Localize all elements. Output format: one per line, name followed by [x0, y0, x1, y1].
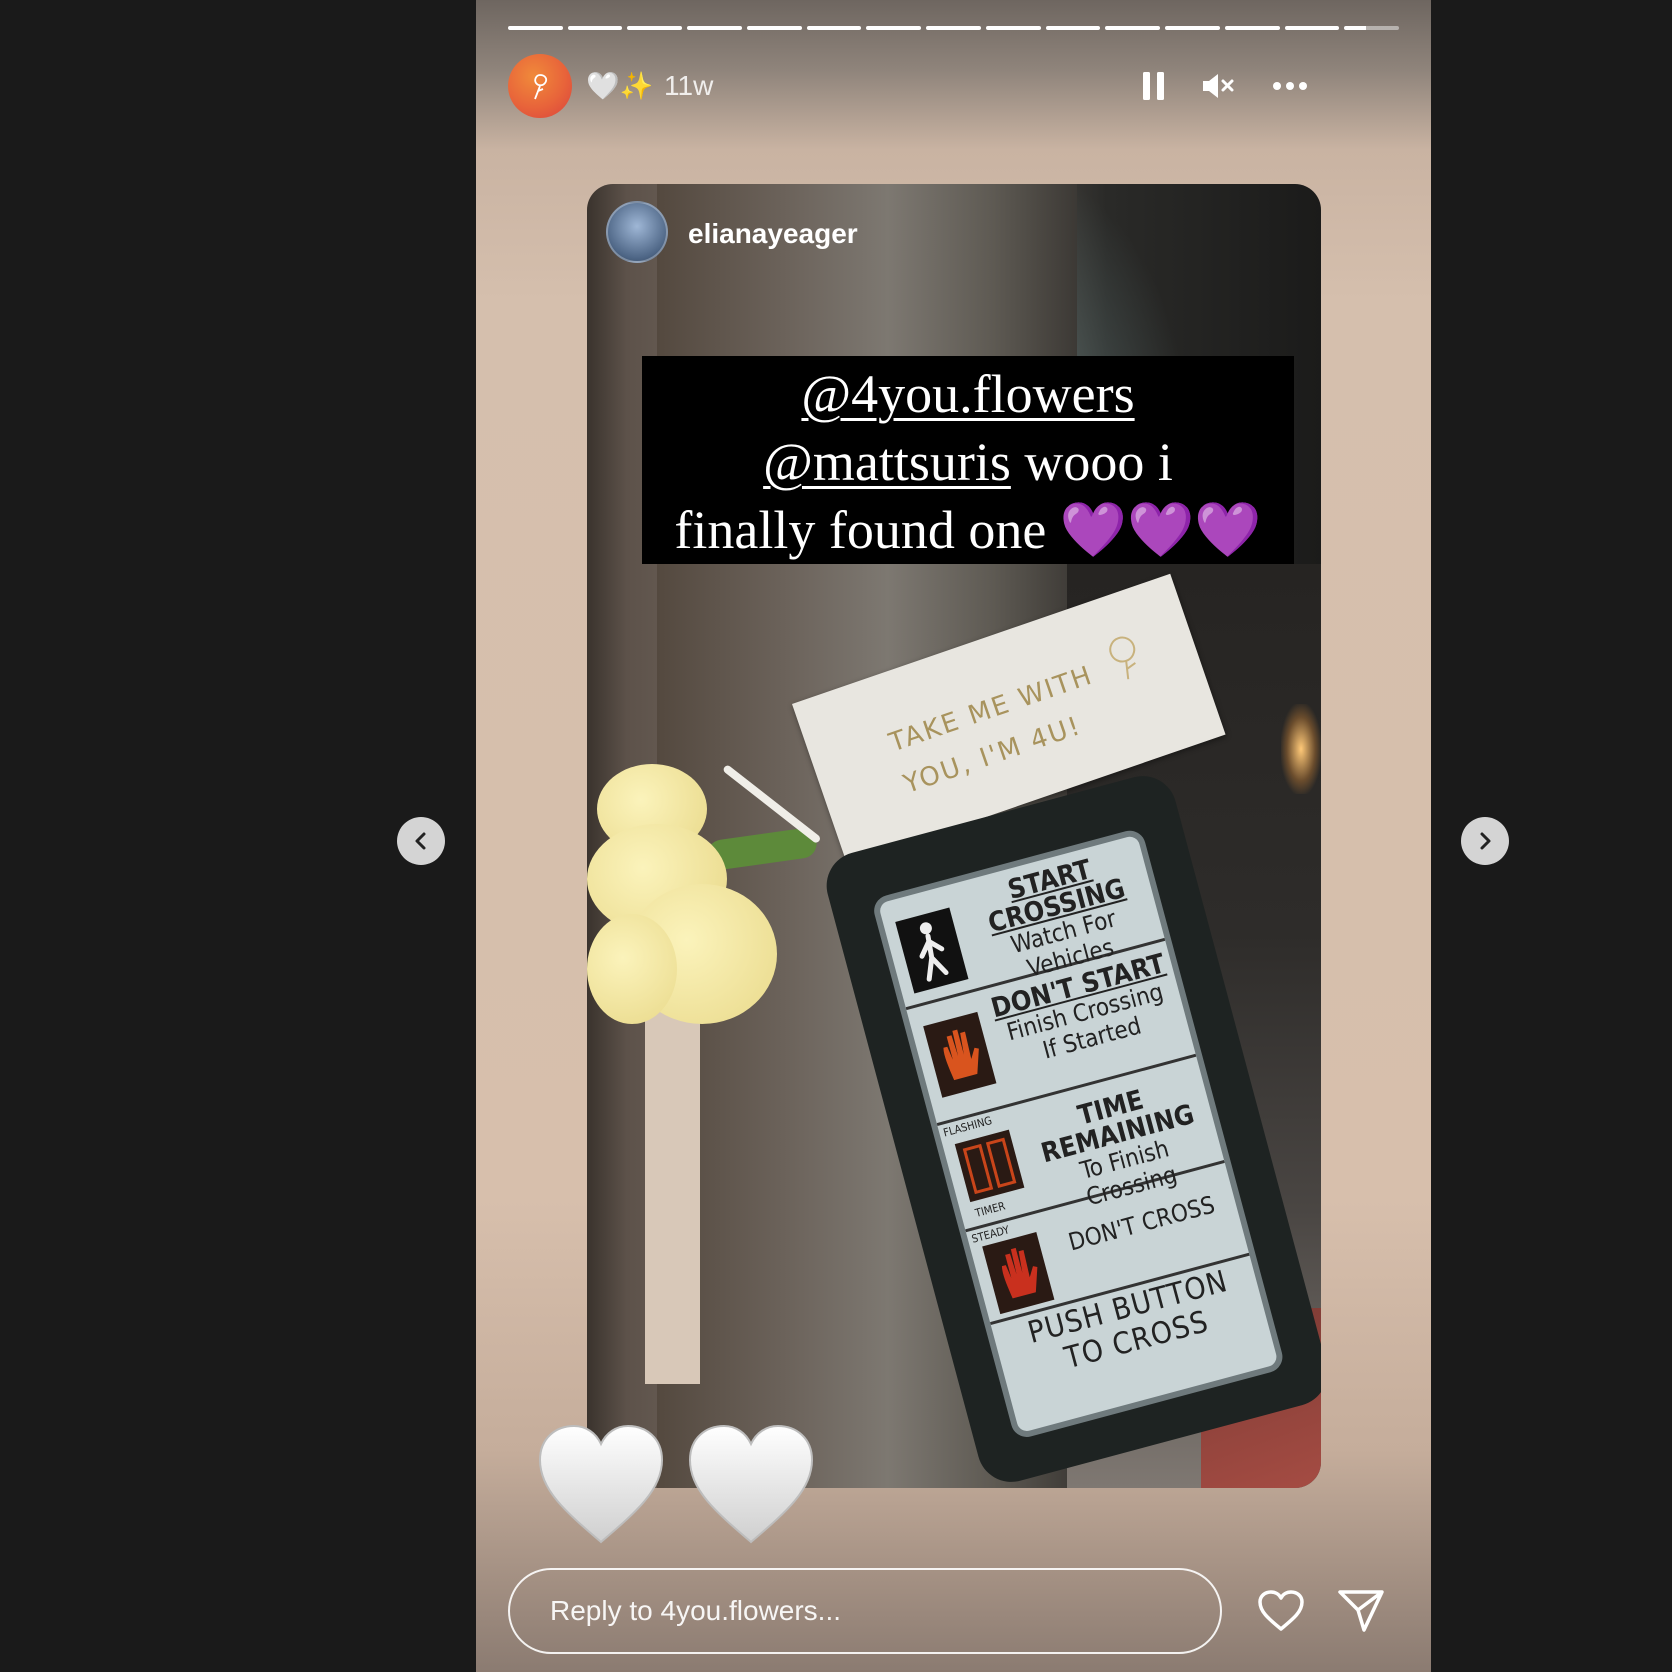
progress-segment — [687, 26, 742, 30]
next-story-button[interactable] — [1461, 817, 1509, 865]
mute-button[interactable] — [1198, 66, 1238, 106]
chevron-right-icon — [1480, 832, 1491, 850]
caption-mention-mattsuris[interactable]: @mattsuris — [763, 432, 1011, 492]
chevron-left-icon — [415, 832, 426, 850]
carnation-flower — [587, 764, 777, 1044]
progress-segment — [985, 26, 1041, 30]
orange-hand-icon — [923, 1011, 997, 1098]
progress-segment — [1105, 26, 1161, 30]
poster-username[interactable]: elianayeager — [688, 217, 858, 251]
caption-purple-hearts: 💜💜💜 — [1059, 500, 1262, 560]
reply-input[interactable] — [508, 1568, 1222, 1654]
paper-plane-icon — [1338, 1590, 1384, 1632]
more-horizontal-icon — [1273, 82, 1307, 90]
timer-digits-icon — [954, 1129, 1025, 1203]
story-caption: @4you.flowers @mattsuris wooo i finally … — [642, 356, 1294, 564]
sign-timer-label: TIMER — [973, 1199, 1007, 1220]
share-button[interactable] — [1334, 1584, 1388, 1638]
progress-segment — [746, 26, 802, 30]
poster-avatar[interactable] — [606, 201, 668, 263]
story-progress-bar — [508, 26, 1400, 31]
account-avatar[interactable] — [508, 54, 572, 118]
pause-icon — [1143, 72, 1164, 100]
progress-segment — [926, 26, 981, 30]
shared-post-photo[interactable]: TAKE ME WITH YOU, I'M 4U! START CROSSING… — [587, 184, 1321, 1488]
progress-segment — [806, 26, 862, 30]
progress-segment — [1045, 26, 1101, 30]
progress-segment — [567, 26, 623, 30]
account-name-emoji[interactable]: 🤍✨ — [586, 68, 653, 104]
progress-segment — [1284, 26, 1340, 30]
heart-outline-icon — [1258, 1590, 1304, 1631]
rose-logo-icon — [534, 74, 548, 100]
story-timestamp: 11w — [664, 70, 714, 101]
progress-segment — [1165, 26, 1220, 30]
red-hand-icon — [982, 1232, 1055, 1315]
white-heart-sticker-1 — [538, 1424, 664, 1544]
street-light-glow — [1281, 704, 1321, 794]
walking-person-icon — [895, 907, 969, 994]
speaker-muted-icon — [1203, 74, 1234, 98]
previous-story-button[interactable] — [397, 817, 445, 865]
rose-stamp-icon — [1109, 636, 1136, 680]
more-options-button[interactable] — [1270, 66, 1310, 106]
progress-segment — [508, 26, 563, 30]
progress-segment — [1224, 26, 1280, 30]
like-button[interactable] — [1254, 1584, 1308, 1638]
caption-mention-4you-flowers[interactable]: @4you.flowers — [801, 364, 1134, 424]
progress-segment — [627, 26, 683, 30]
story-viewer: 🤍✨ 11w TAKE ME WITH YOU, I'M 4U! START C… — [476, 0, 1431, 1672]
white-heart-sticker-2 — [688, 1424, 814, 1544]
progress-segment — [1344, 26, 1400, 30]
progress-segment — [866, 26, 922, 30]
caption-text-line-2: wooo i — [1010, 432, 1173, 492]
caption-text-line-3: finally found one — [674, 500, 1060, 560]
pause-button[interactable] — [1134, 66, 1174, 106]
